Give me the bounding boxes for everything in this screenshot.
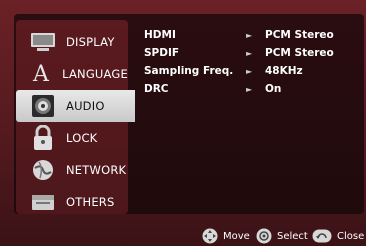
select-label: Select — [277, 230, 308, 242]
sidebar-item-label: NETWORK — [66, 163, 127, 177]
others-icon — [30, 189, 56, 215]
sidebar-item-display[interactable]: DISPLAY — [16, 26, 128, 58]
setting-label: Sampling Freq. — [144, 65, 234, 77]
sidebar-item-lock[interactable]: LOCK — [16, 122, 128, 154]
settings-screen: DISPLAY A LANGUAGE AUDIO LOCK NETWORK OT… — [0, 0, 366, 246]
move-hint: Move — [202, 226, 250, 246]
setting-label: DRC — [144, 83, 169, 95]
close-hint: Close — [312, 226, 364, 246]
chevron-right-icon: ► — [246, 48, 253, 58]
sidebar-item-label: LANGUAGE — [62, 67, 128, 81]
sidebar-item-label: LOCK — [66, 131, 98, 145]
setting-row-spdif[interactable]: SPDIF ► PCM Stereo — [136, 44, 364, 62]
sidebar-item-label: DISPLAY — [66, 35, 115, 49]
return-icon — [312, 229, 332, 243]
dpad-icon — [202, 228, 218, 244]
setting-row-sampling-freq[interactable]: Sampling Freq. ► 48KHz — [136, 62, 364, 80]
setting-value: On — [265, 83, 282, 95]
setting-value: PCM Stereo — [265, 29, 334, 41]
setting-label: SPDIF — [144, 47, 180, 59]
audio-icon — [30, 93, 56, 119]
setting-row-drc[interactable]: DRC ► On — [136, 80, 364, 98]
enter-icon — [256, 228, 272, 244]
button-hint-bar: Move Select Close — [0, 226, 366, 246]
lock-icon — [30, 125, 56, 151]
move-label: Move — [223, 230, 250, 242]
sidebar-item-others[interactable]: OTHERS — [16, 186, 128, 218]
setting-label: HDMI — [144, 29, 176, 41]
sidebar-item-label: OTHERS — [66, 195, 115, 209]
sidebar-item-label: AUDIO — [66, 99, 105, 113]
select-hint: Select — [256, 226, 308, 246]
settings-sidebar: DISPLAY A LANGUAGE AUDIO LOCK NETWORK OT… — [16, 20, 135, 214]
setting-row-hdmi[interactable]: HDMI ► PCM Stereo — [136, 26, 364, 44]
network-icon — [30, 157, 56, 183]
chevron-right-icon: ► — [246, 66, 253, 76]
display-icon — [30, 29, 56, 55]
close-label: Close — [337, 230, 365, 242]
sidebar-item-language[interactable]: A LANGUAGE — [16, 58, 128, 90]
language-icon: A — [32, 61, 50, 87]
sidebar-item-audio[interactable]: AUDIO — [16, 90, 135, 122]
setting-value: 48KHz — [265, 65, 303, 77]
sidebar-item-network[interactable]: NETWORK — [16, 154, 128, 186]
chevron-right-icon: ► — [246, 30, 253, 40]
setting-value: PCM Stereo — [265, 47, 334, 59]
chevron-right-icon: ► — [246, 84, 253, 94]
